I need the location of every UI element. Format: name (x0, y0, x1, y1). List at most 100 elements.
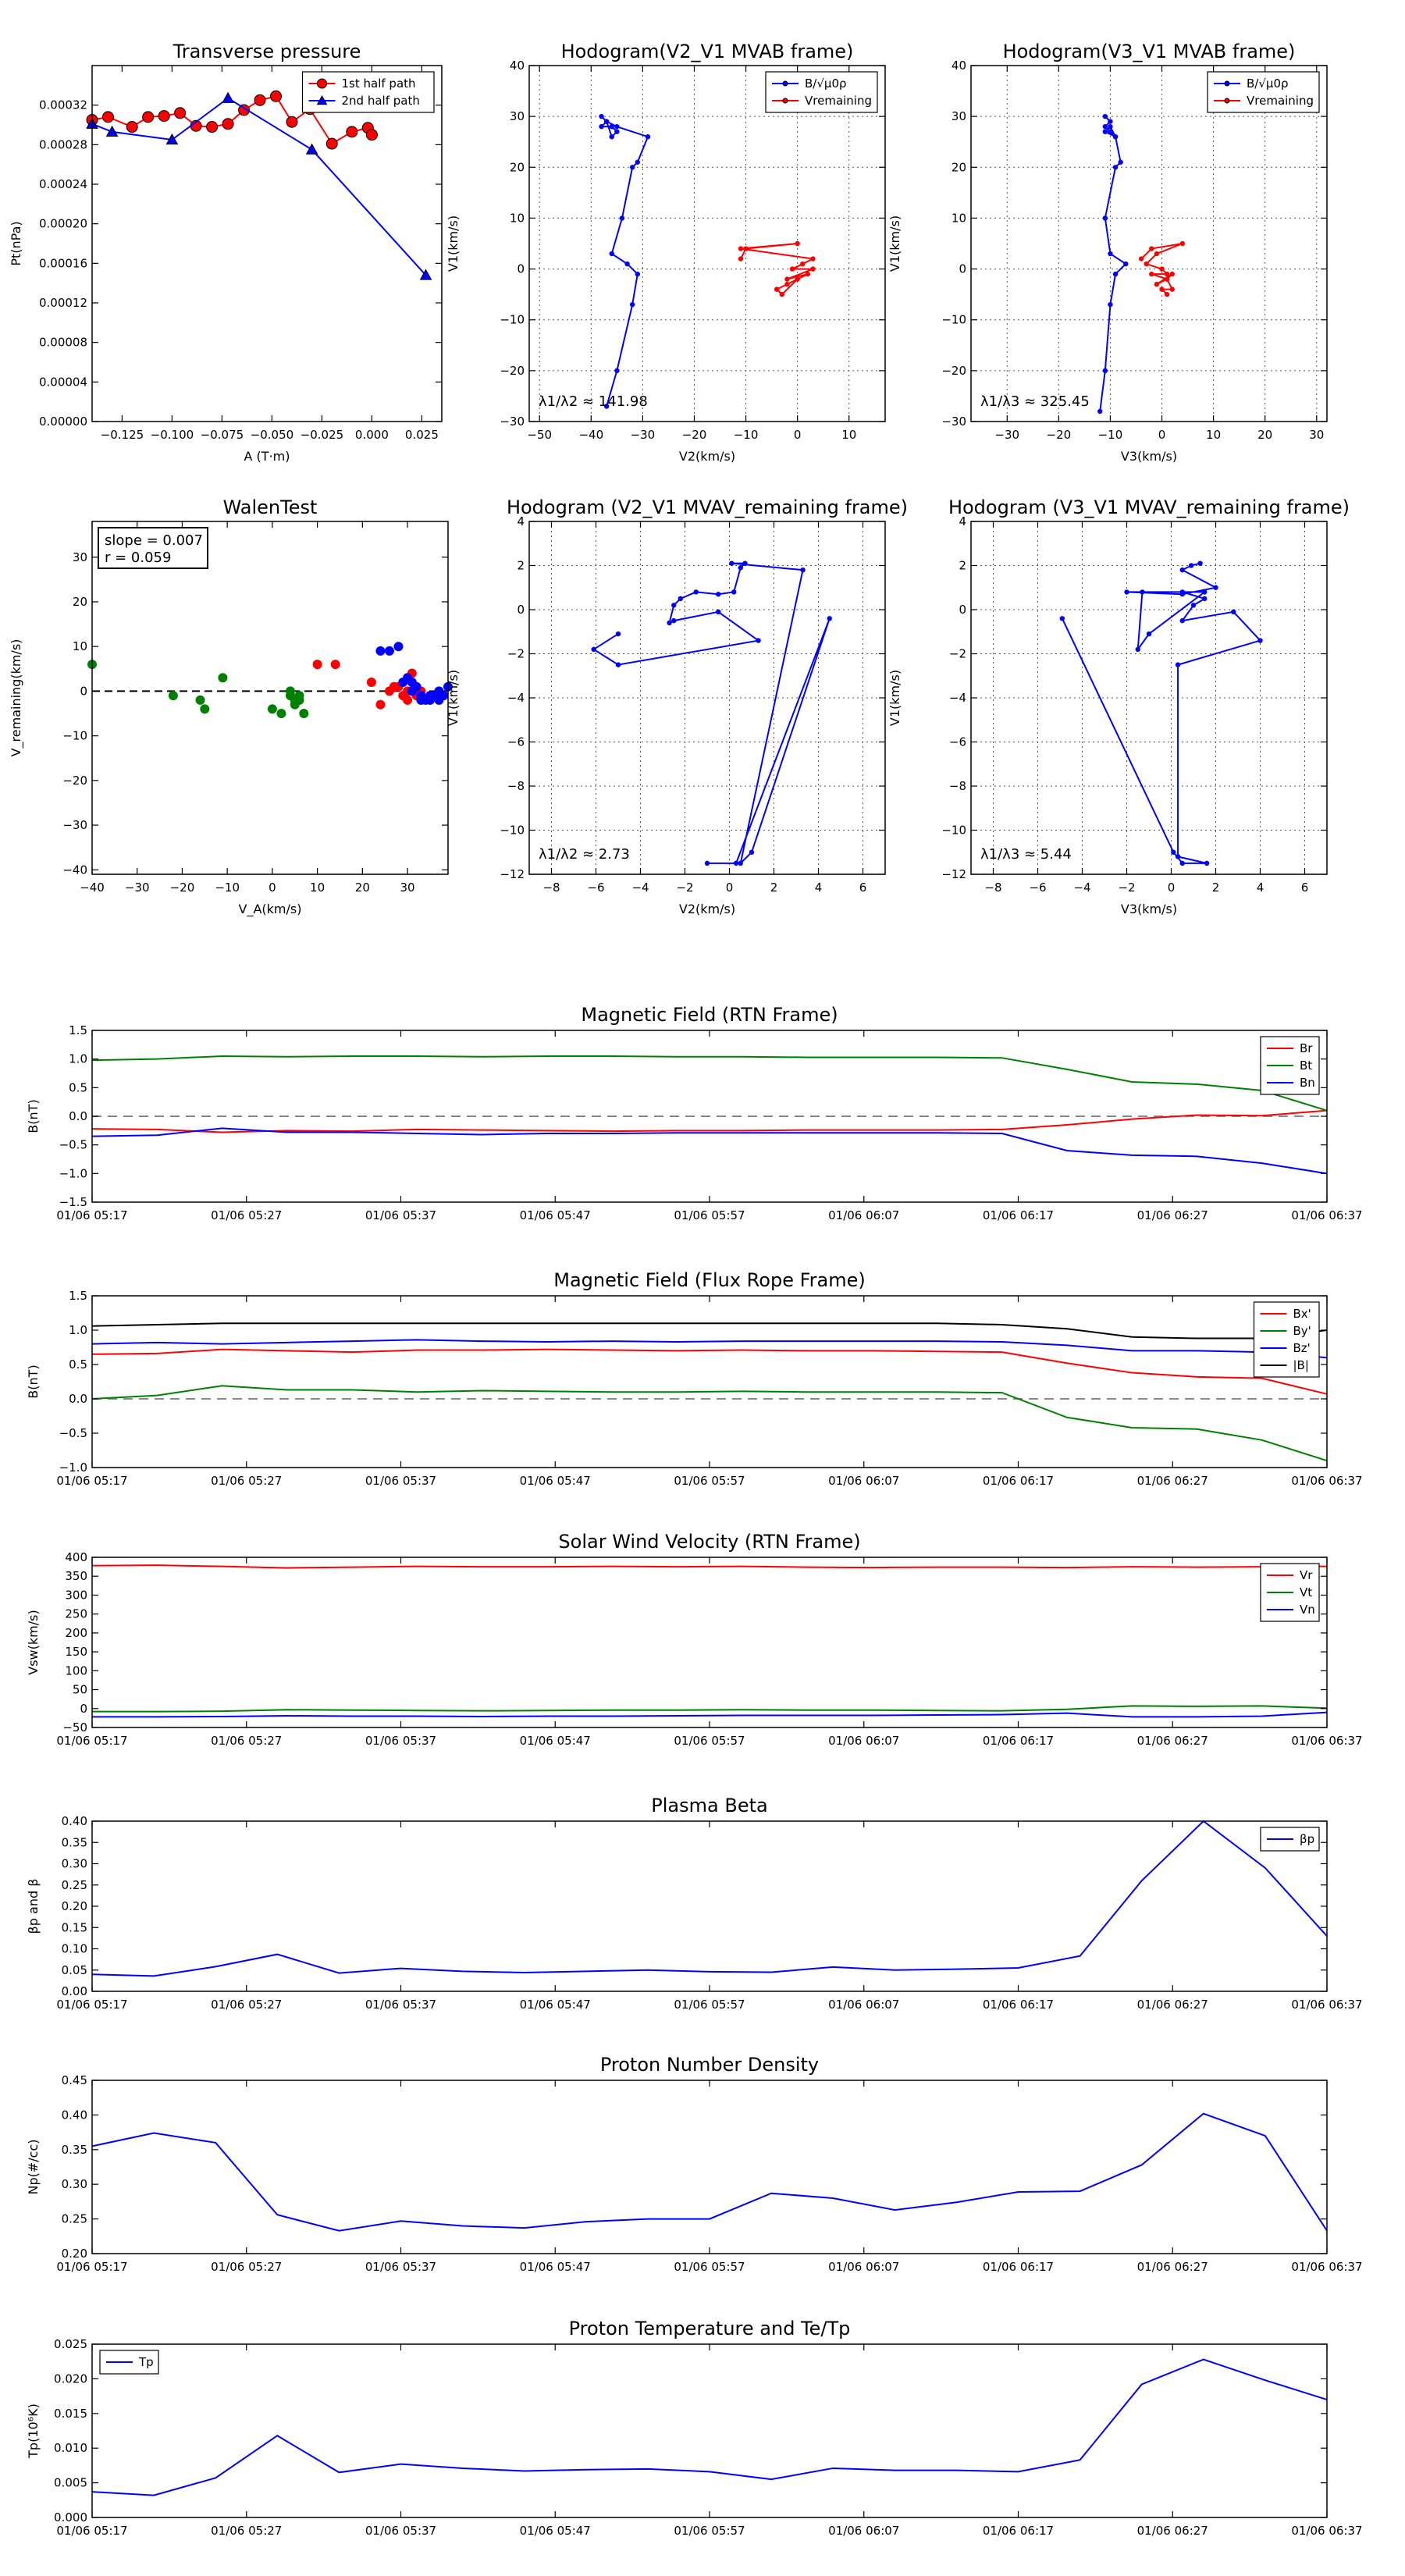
data-point (168, 691, 178, 701)
data-point (1164, 276, 1170, 282)
x-tick-label: −2 (1118, 881, 1135, 895)
x-tick-label: −0.025 (301, 428, 344, 442)
x-tick-label: −20 (682, 428, 707, 442)
data-point (1169, 271, 1175, 277)
data-point (407, 686, 417, 696)
x-tick-label: 2 (1212, 881, 1220, 895)
x-tick-label: 01/06 06:17 (983, 2524, 1054, 2538)
x-tick-label: 0 (726, 881, 734, 895)
data-point (1135, 646, 1140, 653)
data-point (731, 589, 737, 595)
x-tick-label: 01/06 05:27 (211, 1734, 282, 1748)
data-point (1146, 631, 1152, 637)
data-point (393, 642, 404, 652)
legend: B/√μ0ρ Vremaining (765, 71, 878, 113)
x-tick-label: 01/06 06:37 (1291, 2524, 1362, 2538)
x-tick-label: 01/06 05:57 (674, 1474, 745, 1488)
data-point (365, 129, 378, 141)
x-tick-label: 01/06 05:37 (365, 1998, 436, 2012)
x-tick-label: 01/06 05:37 (365, 2260, 436, 2274)
y-tick-label: 0.20 (62, 2247, 87, 2261)
x-tick-label: 01/06 05:27 (211, 2524, 282, 2538)
x-tick-label: −6 (587, 881, 604, 895)
eigenvalue-ratio-annotation: λ1/λ3 ≈ 5.44 (980, 846, 1072, 863)
data-point (1213, 585, 1218, 590)
data-point (1164, 271, 1170, 277)
x-tick-label: −2 (676, 881, 693, 895)
data-point (1179, 617, 1185, 624)
data-point (330, 660, 340, 670)
data-point (1108, 119, 1113, 124)
data-point (1197, 560, 1203, 566)
figure-canvas: −0.125 −0.100 −0.075 −0.050 −0.025 0.000 0.025… (9, 41, 1363, 2538)
x-tick-label: 01/06 06:27 (1137, 2524, 1208, 2538)
chart-magnetic-field-rtn: 01/06 05:17 01/06 05:27 01/06 05:37 01/06 0… (26, 1004, 1363, 1222)
x-tick-label: −8 (984, 881, 1001, 895)
data-point (1204, 860, 1210, 866)
data-point (1108, 301, 1113, 308)
x-tick-label: 01/06 06:27 (1137, 1474, 1208, 1488)
legend-label: Vremaining (805, 94, 872, 108)
chart-title: Plasma Beta (651, 1795, 767, 1816)
x-tick-label: −20 (1047, 428, 1072, 442)
data-point (615, 631, 621, 637)
y-tick-label: 20 (951, 160, 966, 174)
data-point (738, 256, 744, 262)
y-tick-label: −30 (941, 415, 966, 429)
y-tick-label: 2 (517, 559, 525, 573)
y-tick-label: 50 (73, 1683, 87, 1697)
y-tick-label: 0.35 (62, 2143, 87, 2157)
data-point (805, 271, 811, 277)
chart-title: Magnetic Field (RTN Frame) (581, 1004, 838, 1026)
data-point (1154, 281, 1160, 287)
y-tick-label: −6 (949, 735, 966, 749)
data-point (1112, 134, 1119, 140)
x-tick-label: 01/06 06:27 (1137, 1734, 1208, 1748)
legend-label: Bx' (1293, 1307, 1311, 1321)
chart-hodogram-v2v1-mvav: −8 −6 −4 −2 0 2 4 6−12−10−8−6−4−2024Hodogram (V… (446, 496, 908, 916)
y-tick-label: 0.5 (69, 1080, 87, 1094)
y-tick-label: 0.010 (54, 2441, 87, 2455)
y-tick-label: 300 (65, 1588, 87, 1602)
y-tick-label: 0.00012 (39, 296, 87, 310)
x-tick-label: 01/06 05:37 (365, 1474, 436, 1488)
legend-label: Vremaining (1247, 94, 1314, 108)
y-tick-label: 1.5 (69, 1023, 87, 1037)
y-tick-label: 0.00008 (39, 336, 87, 350)
x-tick-label: −50 (527, 428, 552, 442)
x-tick-label: 01/06 06:37 (1291, 1208, 1362, 1222)
legend-marker (782, 98, 788, 104)
x-tick-label: 01/06 06:27 (1137, 2260, 1208, 2274)
y-tick-label: −10 (500, 313, 525, 327)
x-tick-label: 01/06 06:27 (1137, 1998, 1208, 2012)
x-tick-label: 4 (1257, 881, 1264, 895)
legend-label: Bt (1300, 1059, 1312, 1073)
data-point (101, 111, 114, 123)
x-tick-label: 01/06 05:27 (211, 2260, 282, 2274)
data-point (678, 596, 683, 602)
legend-label: Vt (1300, 1585, 1312, 1599)
chart-title: Hodogram(V3_V1 MVAB frame) (1003, 41, 1296, 62)
chart-transverse-pressure: −0.125 −0.100 −0.075 −0.050 −0.025 0.000 0.025… (9, 41, 443, 464)
data-point (733, 860, 739, 866)
data-point (1169, 286, 1175, 292)
x-tick-label: 6 (1301, 881, 1309, 895)
x-tick-label: 2 (770, 881, 778, 895)
data-point (1059, 616, 1065, 621)
x-tick-label: −6 (1029, 881, 1046, 895)
data-point (615, 662, 621, 667)
plot-area (92, 1821, 1327, 1991)
y-tick-label: −1.0 (59, 1166, 87, 1180)
y-tick-label: 0.20 (62, 1899, 87, 1913)
x-tick-label: −20 (170, 881, 195, 895)
x-tick-label: 01/06 05:27 (211, 1474, 282, 1488)
x-tick-label: 10 (310, 881, 325, 895)
y-tick-label: 10 (73, 639, 87, 653)
y-tick-label: −20 (941, 364, 966, 378)
data-point (800, 261, 806, 267)
y-tick-label: 0.015 (54, 2407, 87, 2421)
data-point (749, 849, 755, 855)
data-point (1175, 854, 1181, 859)
y-tick-label: −30 (500, 415, 525, 429)
y-axis-label: Tp(10⁶K) (26, 2403, 41, 2459)
